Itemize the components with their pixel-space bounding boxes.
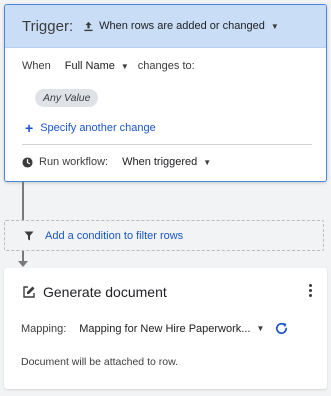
mapping-row: Mapping: Mapping for New Hire Paperwork.… [21,321,289,336]
run-workflow-row: Run workflow: When triggered ▼ [22,156,211,168]
trigger-event-dropdown[interactable]: When rows are added or changed ▼ [83,20,279,32]
run-workflow-value: When triggered [122,156,198,168]
specify-another-change-link[interactable]: + Specify another change [25,121,156,135]
refresh-icon[interactable] [274,321,289,336]
add-condition-label: Add a condition to filter rows [45,229,184,242]
any-value-chip[interactable]: Any Value [35,89,99,107]
when-label: When [22,60,51,72]
clock-icon [22,156,33,168]
run-workflow-label: Run workflow: [39,156,109,168]
caret-down-icon: ▼ [270,21,279,31]
specify-link-label: Specify another change [40,122,156,134]
mapping-value: Mapping for New Hire Paperwork... [79,322,251,335]
divider [22,144,312,145]
more-vert-icon[interactable] [305,282,315,300]
plus-icon: + [25,120,34,136]
filter-icon [24,231,34,240]
connector-line [22,182,24,220]
attach-note: Document will be attached to row. [21,356,178,368]
caret-down-icon: ▼ [120,61,129,71]
run-workflow-dropdown[interactable]: When triggered ▼ [122,156,211,168]
doc-header: Generate document [22,284,167,300]
when-row: When Full Name ▼ changes to: [22,60,195,72]
caret-down-icon: ▼ [256,324,265,333]
add-condition-button[interactable]: Add a condition to filter rows [4,220,324,251]
edit-document-icon [23,286,35,298]
action-title: Generate document [43,284,167,300]
trigger-card[interactable]: Trigger: When rows are added or changed … [4,4,327,182]
mapping-dropdown[interactable]: Mapping for New Hire Paperwork... ▼ [79,323,264,335]
changes-to-label: changes to: [137,60,195,72]
column-dropdown[interactable]: Full Name ▼ [65,60,129,72]
trigger-title: Trigger: [22,17,74,35]
trigger-header: Trigger: When rows are added or changed … [5,5,326,48]
arrow-down-icon [18,261,28,267]
generate-document-card[interactable]: Generate document Mapping: Mapping for N… [4,268,327,389]
caret-down-icon: ▼ [203,157,212,167]
mapping-label: Mapping: [21,322,67,335]
upload-icon [84,21,93,31]
trigger-event-label: When rows are added or changed [99,20,265,32]
column-value: Full Name [64,60,115,72]
